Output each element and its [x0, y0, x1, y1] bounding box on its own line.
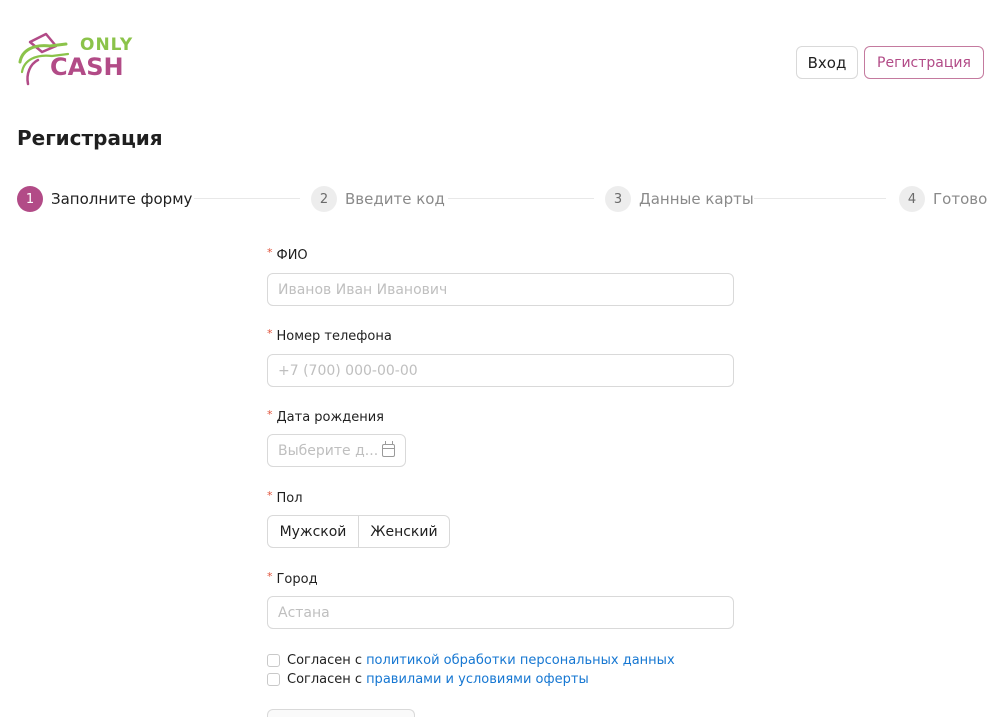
- full-name-label: * ФИО: [267, 246, 308, 263]
- page-title: Регистрация: [17, 126, 163, 150]
- required-mark: *: [267, 489, 273, 502]
- step-label: Введите код: [345, 190, 445, 208]
- submit-button[interactable]: [267, 709, 415, 717]
- city-placeholder: Астана: [278, 604, 330, 621]
- step-label: Готово: [933, 190, 988, 208]
- gender-label: * Пол: [267, 489, 303, 506]
- phone-placeholder: +7 (700) 000-00-00: [278, 362, 418, 379]
- birth-date-label: * Дата рождения: [267, 408, 384, 425]
- register-button[interactable]: Регистрация: [864, 46, 984, 79]
- gender-option-female[interactable]: Женский: [359, 515, 450, 548]
- city-label: * Город: [267, 570, 318, 587]
- gender-option-male[interactable]: Мужской: [267, 515, 359, 548]
- consent-offer-checkbox[interactable]: [267, 673, 280, 686]
- logo-text-cash: CASH: [50, 53, 124, 81]
- step-connector: [448, 198, 594, 199]
- calendar-icon[interactable]: [382, 441, 395, 457]
- offer-terms-link[interactable]: правилами и условиями оферты: [366, 672, 589, 687]
- required-mark: *: [267, 570, 273, 583]
- phone-input[interactable]: +7 (700) 000-00-00: [267, 354, 734, 387]
- step-connector: [754, 198, 886, 199]
- city-input[interactable]: Астана: [267, 596, 734, 629]
- step-number: 2: [311, 186, 337, 212]
- step-connector: [194, 198, 300, 199]
- header: ONLY CASH Вход Регистрация: [0, 0, 1000, 100]
- step-label: Заполните форму: [51, 190, 193, 208]
- logo[interactable]: ONLY CASH: [16, 32, 142, 88]
- birth-date-picker[interactable]: Выберите д...: [267, 434, 406, 467]
- gender-selector: Мужской Женский: [267, 515, 450, 548]
- step-number: 4: [899, 186, 925, 212]
- step-number: 1: [17, 186, 43, 212]
- full-name-placeholder: Иванов Иван Иванович: [278, 281, 448, 298]
- required-mark: *: [267, 327, 273, 340]
- step-done: 4 Готово: [899, 186, 987, 212]
- logo-text-only: ONLY: [80, 35, 134, 55]
- step-fill-form: 1 Заполните форму: [17, 186, 192, 212]
- consent-offer-row: Согласен с правилами и условиями оферты: [267, 672, 589, 687]
- consent-offer-prefix: Согласен с: [287, 672, 363, 687]
- required-mark: *: [267, 408, 273, 421]
- consent-privacy-prefix: Согласен с: [287, 653, 363, 668]
- consent-privacy-checkbox[interactable]: [267, 654, 280, 667]
- step-enter-code: 2 Введите код: [311, 186, 445, 212]
- required-mark: *: [267, 246, 273, 259]
- step-number: 3: [605, 186, 631, 212]
- login-button[interactable]: Вход: [796, 46, 858, 79]
- registration-steps: 1 Заполните форму 2 Введите код 3 Данные…: [17, 186, 987, 214]
- full-name-input[interactable]: Иванов Иван Иванович: [267, 273, 734, 306]
- birth-date-placeholder: Выберите д...: [278, 442, 379, 459]
- step-card-data: 3 Данные карты: [605, 186, 754, 212]
- step-label: Данные карты: [639, 190, 754, 208]
- phone-label: * Номер телефона: [267, 327, 392, 344]
- consent-privacy-row: Согласен с политикой обработки персональ…: [267, 653, 675, 668]
- privacy-policy-link[interactable]: политикой обработки персональных данных: [366, 653, 675, 668]
